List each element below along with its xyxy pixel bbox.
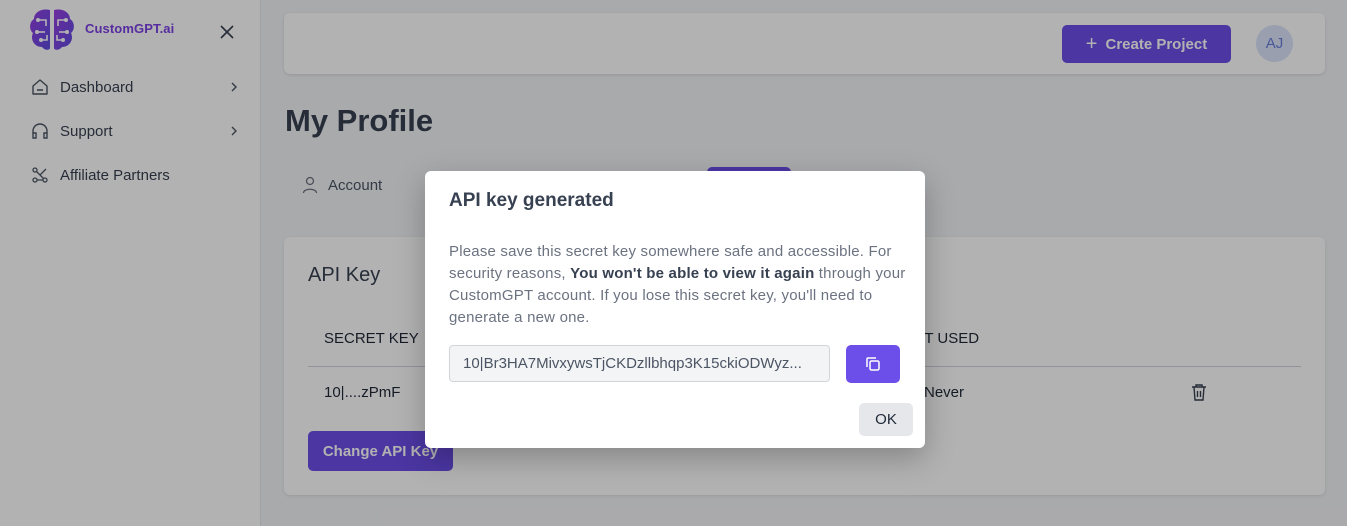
api-key-field[interactable]: 10|Br3HA7MivxywsTjCKDzllbhqp3K15ckiODWyz…: [449, 345, 830, 382]
ok-button[interactable]: OK: [859, 403, 913, 436]
api-key-dialog: API key generated Please save this secre…: [425, 171, 925, 448]
dialog-message-bold: You won't be able to view it again: [570, 265, 815, 282]
copy-button[interactable]: [846, 345, 900, 383]
dialog-message: Please save this secret key somewhere sa…: [449, 241, 909, 329]
dialog-title: API key generated: [449, 190, 614, 211]
api-key-value: 10|Br3HA7MivxywsTjCKDzllbhqp3K15ckiODWyz…: [463, 355, 802, 372]
copy-icon: [866, 357, 880, 371]
